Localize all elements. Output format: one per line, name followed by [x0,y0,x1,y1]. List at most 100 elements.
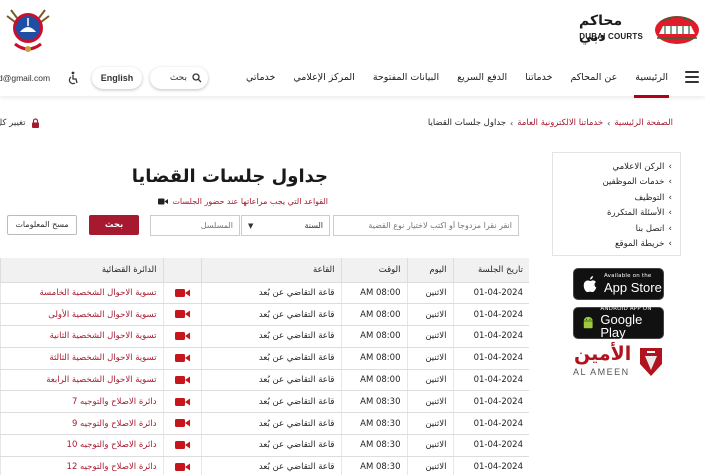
cell-hall: قاعة التقاضي عن بُعد [200,434,341,457]
video-camera-icon[interactable] [174,462,190,472]
cell-hall: قاعة التقاضي عن بُعد [200,456,341,475]
breadcrumb: الصفحة الرئيسية ‹ خدماتنا الالكترونية ال… [428,118,673,128]
al-ameen-logo[interactable]: الأمين AL AMEEN [572,343,666,380]
table-row: 01-04-2024 الاثنين AM 08:30 قاعة التقاضي عن… [0,456,529,475]
chevron-left-icon: ‹ [668,192,672,203]
nav-item-home[interactable]: الرئيسية [626,62,677,98]
video-camera-icon[interactable] [174,353,190,363]
nav-item-open-data[interactable]: البيانات المفتوحة [364,62,448,96]
cell-day: الاثنين [406,282,453,305]
app-store-badge[interactable]: Available on the App Store [573,268,664,300]
year-select[interactable]: ▼ السنة [241,215,330,236]
header-day: اليوم [406,258,453,283]
chevron-left-icon: ‹ [510,118,514,128]
video-camera-icon[interactable] [174,397,190,407]
app-store-small-text: Available on the [604,273,652,280]
cell-date: 01-04-2024 [452,282,529,305]
side-item-careers[interactable]: ‹ التوظيف [559,190,672,206]
attendance-rules-link[interactable]: القواعد التي يجب مراعاتها عند حضور الجلس… [158,197,328,206]
cell-day: الاثنين [406,456,453,475]
cell-day: الاثنين [406,303,453,327]
cell-court[interactable]: تسوية الاحوال الشخصية الثانية [0,325,163,348]
table-row: 01-04-2024 الاثنين AM 08:00 قاعة التقاضي عن… [0,369,529,392]
table-row: 01-04-2024 الاثنين AM 08:30 قاعة التقاضي عن… [0,390,529,414]
cell-camera [162,456,201,475]
cell-date: 01-04-2024 [452,303,529,327]
table-row: 01-04-2024 الاثنين AM 08:00 قاعة التقاضي عن… [0,347,529,370]
clear-info-button[interactable]: مسح المعلومات [7,215,77,235]
search-button[interactable]: بحث [89,215,139,235]
side-item-employee-services[interactable]: ‹ خدمات الموظفين [559,175,672,191]
side-item-sitemap[interactable]: ‹ خريطة الموقع [559,237,672,253]
serial-input[interactable] [150,215,240,236]
al-ameen-ar: الأمين [574,343,632,365]
dubai-emblem-icon[interactable] [3,4,53,56]
caret-down-icon: ▼ [248,221,254,230]
cell-date: 01-04-2024 [452,456,529,475]
video-camera-icon[interactable] [174,375,190,385]
side-item-label: الأسئلة المتكررة [607,208,665,219]
cell-hall: قاعة التقاضي عن بُعد [200,325,341,348]
table-header-row: تاريخ الجلسة اليوم الوقت القاعة الدائرة … [0,258,529,283]
app-store-big-text: App Store [604,279,662,295]
nav-item-about[interactable]: عن المحاكم [561,62,626,96]
cell-date: 01-04-2024 [452,390,529,414]
cell-court[interactable]: تسوية الاحوال الشخصية الثالثة [0,347,163,370]
cell-court[interactable]: دائرة الاصلاح والتوجيه 10 [0,434,163,457]
language-button[interactable]: English [92,67,142,89]
dubai-courts-logo[interactable]: محاكم دبي DUBAI COURTS [579,12,701,48]
cell-date: 01-04-2024 [452,412,529,436]
breadcrumb-home[interactable]: الصفحة الرئيسية [614,118,673,128]
year-select-value: السنة [304,221,324,230]
side-item-label: التوظيف [634,192,665,203]
cell-court[interactable]: تسوية الاحوال الشخصية الرابعة [0,369,163,392]
cell-day: الاثنين [406,412,453,436]
chevron-left-icon: ‹ [668,161,672,172]
video-camera-icon[interactable] [174,331,190,341]
side-item-media-corner[interactable]: ‹ الركن الاعلامي [559,159,672,175]
cell-court[interactable]: دائرة الاصلاح والتوجيه 7 [0,390,163,414]
courts-name-en: DUBAI COURTS [579,32,643,41]
video-camera-icon[interactable] [174,440,190,450]
cell-court[interactable]: تسوية الاحوال الشخصية الأولى [0,303,163,327]
al-ameen-mark-icon [640,348,662,376]
case-type-input[interactable] [333,215,519,236]
google-play-badge[interactable]: ANDROID APP ON Google Play [573,306,664,339]
site-search-button[interactable]: بحث [150,67,208,89]
cell-date: 01-04-2024 [452,434,529,457]
chevron-left-icon: ‹ [668,208,672,219]
cell-camera [162,412,201,436]
cell-court[interactable]: تسوية الاحوال الشخصية الخامسة [0,282,163,305]
accessibility-icon[interactable] [66,71,80,85]
table-body: 01-04-2024 الاثنين AM 08:00 قاعة التقاضي عن… [0,282,529,475]
logo-strip: محاكم دبي DUBAI COURTS [0,0,705,62]
nav-item-services[interactable]: خدماتنا [516,62,561,96]
nav-item-my-services[interactable]: خدماتي [237,62,284,96]
cell-camera [162,434,201,457]
chevron-left-icon: ‹ [668,239,672,250]
breadcrumb-section[interactable]: خدماتنا الالكترونية العامة [517,118,603,128]
video-camera-icon[interactable] [174,288,190,298]
hamburger-menu-icon[interactable] [685,71,699,83]
video-camera-icon[interactable] [174,309,190,319]
cell-time: AM 08:30 [340,456,407,475]
table-row: 01-04-2024 الاثنين AM 08:00 قاعة التقاضي عن… [0,303,529,327]
side-item-faq[interactable]: ‹ الأسئلة المتكررة [559,206,672,222]
video-camera-icon[interactable] [174,418,190,428]
cell-day: الاثنين [406,390,453,414]
cell-hall: قاعة التقاضي عن بُعد [200,390,341,414]
attendance-rules-label: القواعد التي يجب مراعاتها عند حضور الجلس… [172,197,328,206]
table-row: 01-04-2024 الاثنين AM 08:00 قاعة التقاضي عن… [0,282,529,305]
cell-court[interactable]: دائرة الاصلاح والتوجيه 9 [0,412,163,436]
nav-item-media-center[interactable]: المركز الإعلامي [284,62,363,96]
header-hall: القاعة [200,258,341,283]
side-item-contact[interactable]: ‹ اتصل بنا [559,221,672,237]
user-email[interactable]: d@gmail.com [0,73,50,83]
change-password-link[interactable]: تغيير كل [0,118,40,128]
cell-camera [162,347,201,370]
cell-court[interactable]: دائرة الاصلاح والتوجيه 12 [0,456,163,475]
chevron-left-icon: ‹ [668,223,672,234]
video-camera-icon [158,198,169,205]
cell-time: AM 08:00 [340,347,407,370]
nav-item-quick-pay[interactable]: الدفع السريع [448,62,516,96]
